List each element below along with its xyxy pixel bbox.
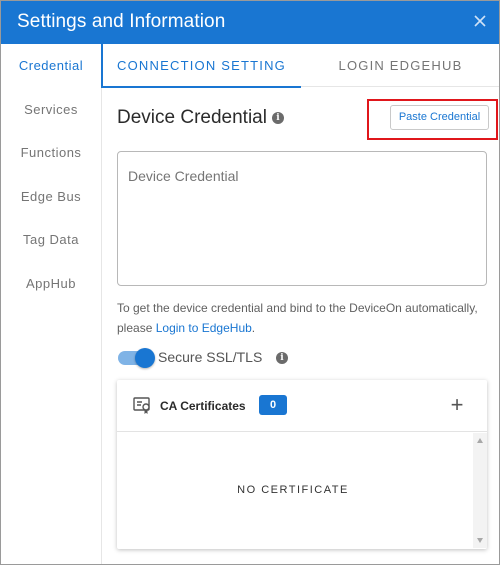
scroll-down-icon[interactable] [477, 538, 483, 543]
titlebar: Settings and Information [1, 1, 499, 44]
tab-bar: CONNECTION SETTING LOGIN EDGEHUB [102, 44, 499, 88]
certificate-icon [133, 397, 150, 414]
device-credential-heading: Device Credential [117, 107, 267, 128]
tab-login-edgehub[interactable]: LOGIN EDGEHUB [302, 44, 499, 87]
close-icon[interactable] [471, 12, 489, 30]
ca-count-badge: 0 [259, 395, 287, 415]
ssl-toggle[interactable] [118, 348, 155, 368]
ca-certificates-title: CA Certificates [160, 399, 246, 413]
ca-certificates-header: CA Certificates 0 + [117, 380, 487, 432]
plus-icon[interactable]: + [447, 393, 467, 417]
ssl-info-icon[interactable]: i [276, 352, 288, 364]
ca-certificates-card: CA Certificates 0 + NO CERTIFICATE [117, 380, 487, 549]
device-credential-input[interactable] [117, 151, 487, 286]
sidebar: Credential Services Functions Edge Bus T… [1, 44, 103, 564]
sidebar-item-services[interactable]: Services [1, 88, 101, 132]
paste-credential-button[interactable]: Paste Credential [390, 105, 489, 130]
sidebar-item-apphub[interactable]: AppHub [1, 262, 101, 306]
login-edgehub-link[interactable]: Login to EdgeHub [156, 321, 252, 335]
scroll-up-icon[interactable] [477, 438, 483, 443]
ssl-toggle-knob[interactable] [135, 348, 155, 368]
help-text: To get the device credential and bind to… [117, 298, 497, 338]
ca-list-scrollbar[interactable] [473, 433, 487, 548]
tab-connection-setting[interactable]: CONNECTION SETTING [102, 44, 301, 88]
window-title: Settings and Information [17, 11, 226, 32]
settings-window: Settings and Information Credential Serv… [0, 0, 500, 565]
ssl-label: Secure SSL/TLS [158, 349, 263, 365]
sidebar-item-tag-data[interactable]: Tag Data [1, 218, 101, 262]
help-text-suffix: . [251, 321, 256, 335]
info-icon[interactable]: i [272, 112, 284, 124]
sidebar-item-credential[interactable]: Credential [1, 44, 103, 88]
sidebar-item-functions[interactable]: Functions [1, 131, 101, 175]
no-certificate-text: NO CERTIFICATE [237, 484, 349, 496]
sidebar-item-edge-bus[interactable]: Edge Bus [1, 175, 101, 219]
